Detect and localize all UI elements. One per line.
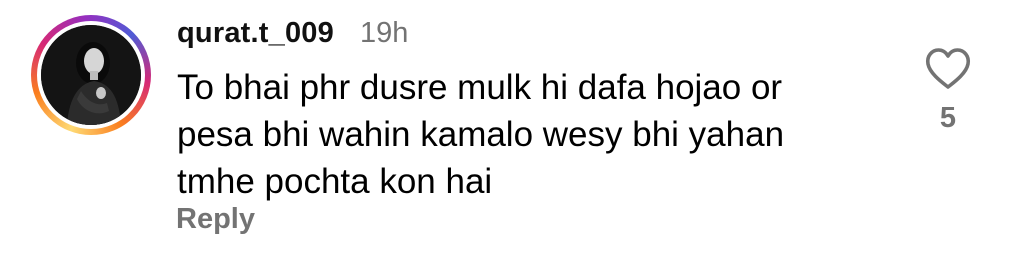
comment-item: qurat.t_009 19h To bhai phr dusre mulk h… xyxy=(0,0,1024,255)
heart-outline-icon xyxy=(925,48,971,89)
reply-button[interactable]: Reply xyxy=(176,203,255,236)
avatar-image xyxy=(41,25,141,125)
comment-username[interactable]: qurat.t_009 xyxy=(177,17,334,50)
like-count: 5 xyxy=(939,102,957,134)
like-button[interactable] xyxy=(924,46,972,92)
story-ring[interactable] xyxy=(31,15,151,135)
avatar[interactable] xyxy=(41,25,141,125)
comment-text: To bhai phr dusre mulk hi dafa hojao or … xyxy=(177,68,785,201)
comment-timestamp: 19h xyxy=(360,17,409,49)
